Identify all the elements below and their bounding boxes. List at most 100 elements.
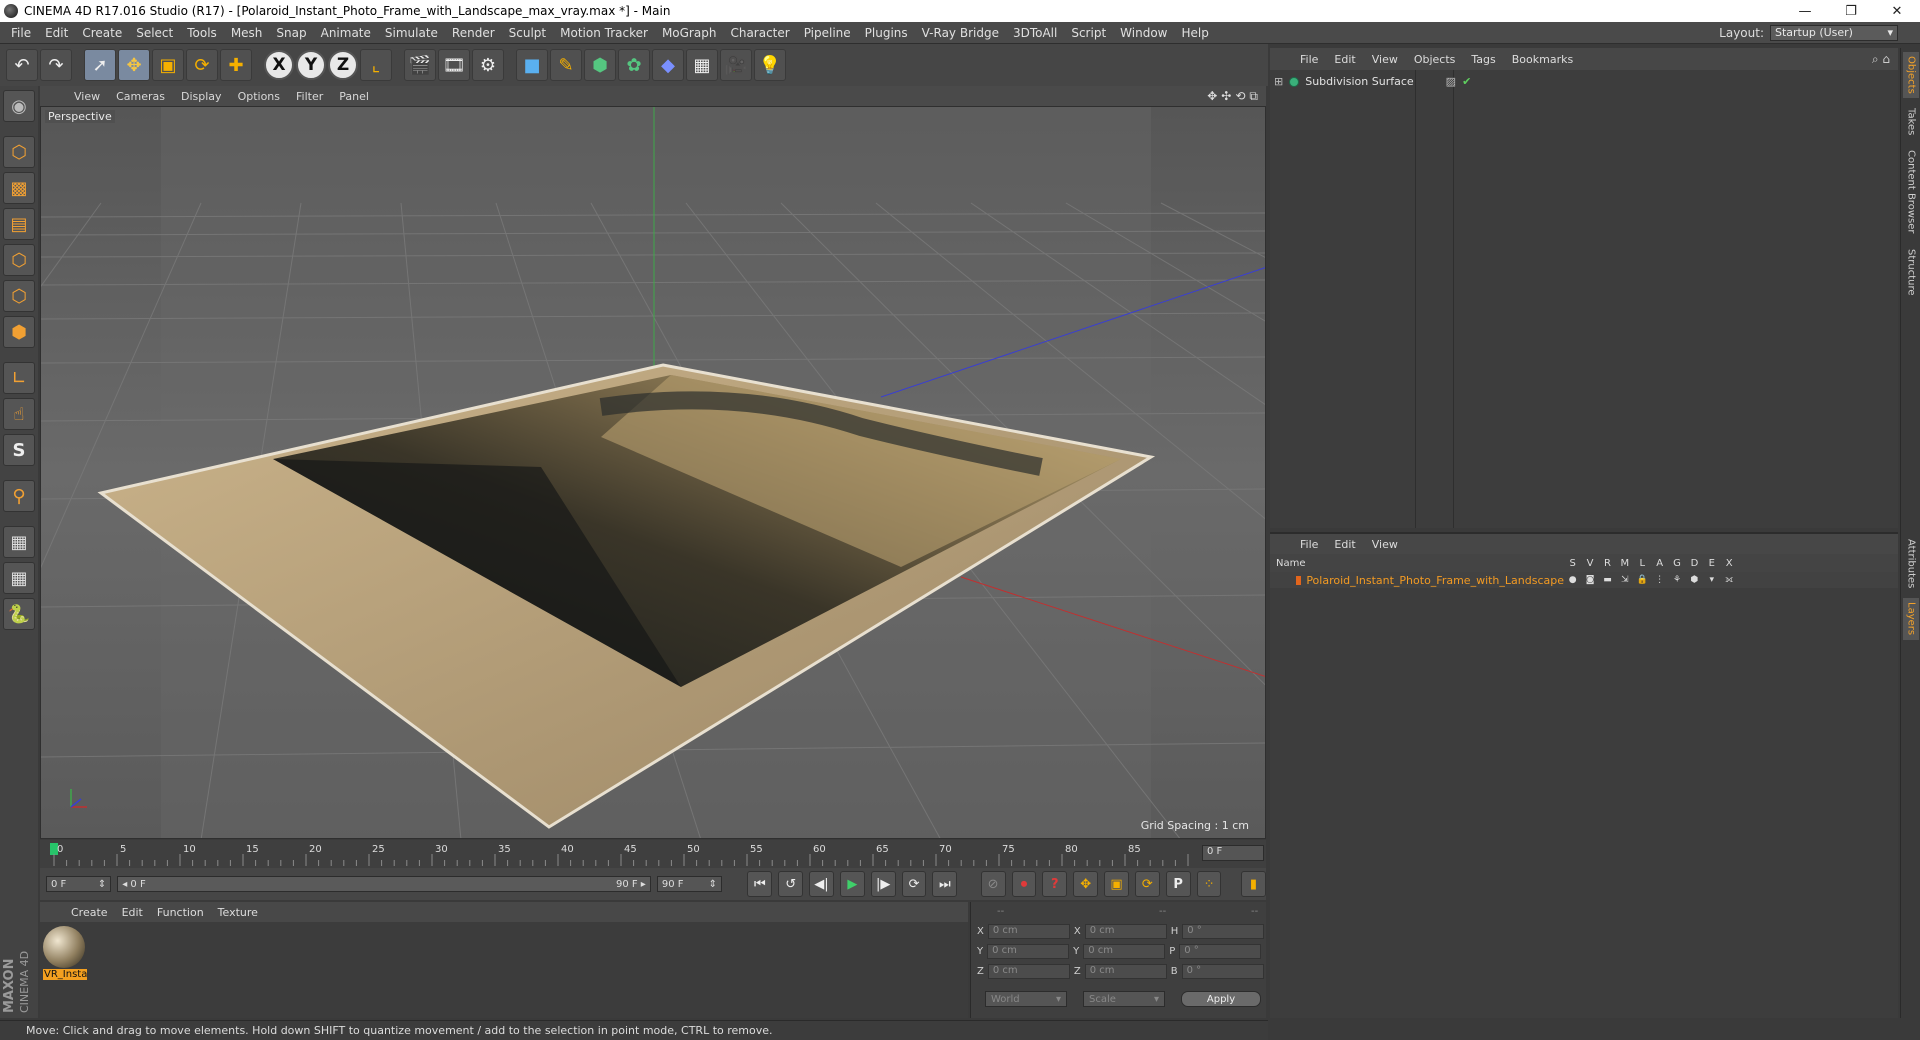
layers-menu-view[interactable]: View bbox=[1364, 538, 1406, 551]
visibility-toggle-icon[interactable]: ▨ bbox=[1446, 75, 1456, 88]
enabled-check-icon[interactable]: ✔ bbox=[1462, 75, 1471, 88]
material-menu-function[interactable]: Function bbox=[150, 906, 211, 919]
go-to-end-button[interactable]: ⏭ bbox=[932, 871, 958, 897]
rot-b-field[interactable]: 0 ° bbox=[1181, 964, 1264, 979]
menu-tools[interactable]: Tools bbox=[180, 26, 224, 40]
objects-menu-bookmarks[interactable]: Bookmarks bbox=[1504, 53, 1581, 66]
scale-dropdown[interactable]: Scale ▾ bbox=[1083, 991, 1165, 1007]
play-button[interactable]: ▶ bbox=[839, 871, 865, 897]
viewport-menu-view[interactable]: View bbox=[66, 90, 108, 103]
menu-simulate[interactable]: Simulate bbox=[378, 26, 445, 40]
lock-workplane-button[interactable]: ▦ bbox=[3, 526, 35, 558]
menu-render[interactable]: Render bbox=[445, 26, 502, 40]
texture-mode-button[interactable]: ▩ bbox=[3, 172, 35, 204]
current-frame-field[interactable]: 0 F bbox=[1202, 845, 1264, 861]
undo-button[interactable]: ↶ bbox=[6, 49, 38, 81]
light-button[interactable]: 💡 bbox=[754, 49, 786, 81]
viewport-menu-options[interactable]: Options bbox=[230, 90, 288, 103]
material-menu-texture[interactable]: Texture bbox=[211, 906, 265, 919]
object-row-subdivision-surface[interactable]: ⊞ Subdivision Surface ▨ ✔ bbox=[1274, 75, 1471, 88]
close-button[interactable]: ✕ bbox=[1874, 4, 1920, 19]
viewport-menu-panel[interactable]: Panel bbox=[331, 90, 377, 103]
frame-range-slider[interactable]: ◂ 0 F 90 F ▸ bbox=[117, 876, 651, 892]
menu-animate[interactable]: Animate bbox=[314, 26, 378, 40]
pen-spline-button[interactable]: ✎ bbox=[550, 49, 582, 81]
autokey-button[interactable]: ? bbox=[1042, 871, 1068, 897]
tweak-mode-button[interactable]: ☝ bbox=[3, 398, 35, 430]
menu-select[interactable]: Select bbox=[129, 26, 180, 40]
objects-menu-tags[interactable]: Tags bbox=[1463, 53, 1503, 66]
timeline-ruler[interactable]: 051015202530354045505560657075808590 0 F bbox=[40, 840, 1266, 868]
tab-attributes[interactable]: Attributes bbox=[1903, 534, 1919, 594]
select-tool-button[interactable]: ➚ bbox=[84, 49, 116, 81]
maximize-button[interactable]: ❐ bbox=[1828, 4, 1874, 19]
menu-3dtoall[interactable]: 3DToAll bbox=[1006, 26, 1064, 40]
layer-generators-icon[interactable]: ⚘ bbox=[1668, 575, 1685, 585]
menu-vray-bridge[interactable]: V-Ray Bridge bbox=[915, 26, 1006, 40]
step-back-button[interactable]: ◀| bbox=[809, 871, 834, 897]
make-editable-button[interactable]: ◉ bbox=[3, 90, 35, 122]
layer-lock-icon[interactable]: 🔒 bbox=[1634, 575, 1651, 585]
objects-menu-edit[interactable]: Edit bbox=[1326, 53, 1363, 66]
go-to-start-button[interactable]: ⏮ bbox=[747, 871, 773, 897]
viewport-menu-filter[interactable]: Filter bbox=[288, 90, 331, 103]
menu-file[interactable]: File bbox=[4, 26, 38, 40]
menu-window[interactable]: Window bbox=[1113, 26, 1174, 40]
viewport-menu-cameras[interactable]: Cameras bbox=[108, 90, 173, 103]
pos-y-field[interactable]: 0 cm bbox=[987, 944, 1070, 959]
magnet-button[interactable]: ⚲ bbox=[3, 480, 35, 512]
rot-p-field[interactable]: 0 ° bbox=[1179, 944, 1262, 959]
x-axis-button[interactable]: X bbox=[264, 50, 294, 80]
objects-menu-view[interactable]: View bbox=[1364, 53, 1406, 66]
size-y-field[interactable]: 0 cm bbox=[1083, 944, 1166, 959]
tab-takes[interactable]: Takes bbox=[1903, 104, 1919, 140]
layer-animation-icon[interactable]: ⋮ bbox=[1651, 575, 1668, 585]
world-dropdown[interactable]: World ▾ bbox=[985, 991, 1067, 1007]
size-x-field[interactable]: 0 cm bbox=[1084, 924, 1167, 939]
cloner-button[interactable]: ✿ bbox=[618, 49, 650, 81]
zoom-view-icon[interactable]: ✣ bbox=[1221, 89, 1231, 104]
y-axis-button[interactable]: Y bbox=[296, 50, 326, 80]
python-button[interactable]: 🐍 bbox=[3, 598, 35, 630]
toggle-view-icon[interactable]: ⧉ bbox=[1249, 89, 1258, 104]
points-mode-button[interactable]: ⬡ bbox=[3, 244, 35, 276]
axis-mode-button[interactable]: ∟ bbox=[3, 362, 35, 394]
perspective-viewport[interactable]: Perspective Grid Spacing : 1 cm bbox=[40, 106, 1266, 839]
menu-pipeline[interactable]: Pipeline bbox=[797, 26, 858, 40]
menu-motion-tracker[interactable]: Motion Tracker bbox=[553, 26, 655, 40]
snap-workplane-button[interactable]: ▦ bbox=[3, 562, 35, 594]
rot-h-field[interactable]: 0 ° bbox=[1182, 924, 1265, 939]
camera-button[interactable]: 🎥 bbox=[720, 49, 752, 81]
key-position-button[interactable]: ✥ bbox=[1073, 871, 1099, 897]
key-parameter-button[interactable]: P bbox=[1165, 871, 1191, 897]
menu-character[interactable]: Character bbox=[723, 26, 796, 40]
layer-deformers-icon[interactable]: ⬢ bbox=[1686, 575, 1703, 585]
layer-render-icon[interactable]: ▬ bbox=[1599, 575, 1616, 585]
pan-view-icon[interactable]: ✥ bbox=[1207, 89, 1217, 104]
solo-button[interactable]: S bbox=[3, 434, 35, 466]
apply-button[interactable]: Apply bbox=[1181, 991, 1261, 1007]
layers-menu-edit[interactable]: Edit bbox=[1326, 538, 1363, 551]
menu-snap[interactable]: Snap bbox=[269, 26, 313, 40]
rotate-view-icon[interactable]: ⟲ bbox=[1235, 89, 1245, 104]
move-tool-button[interactable]: ✥ bbox=[118, 49, 150, 81]
layer-view-icon[interactable]: ◙ bbox=[1581, 575, 1598, 585]
objects-menu-objects[interactable]: Objects bbox=[1406, 53, 1464, 66]
workplane-button[interactable]: ▤ bbox=[3, 208, 35, 240]
floor-button[interactable]: ▦ bbox=[686, 49, 718, 81]
viewport-menu-display[interactable]: Display bbox=[173, 90, 230, 103]
render-view-button[interactable]: 🎬 bbox=[404, 49, 436, 81]
layer-color-swatch[interactable] bbox=[1296, 575, 1302, 585]
menu-mesh[interactable]: Mesh bbox=[224, 26, 270, 40]
record-button[interactable]: ⏺ bbox=[1011, 871, 1037, 897]
menu-script[interactable]: Script bbox=[1064, 26, 1113, 40]
key-scale-button[interactable]: ▣ bbox=[1104, 871, 1129, 897]
edit-render-settings-button[interactable]: ⚙ bbox=[472, 49, 504, 81]
home-icon[interactable]: ⌂ bbox=[1882, 52, 1890, 66]
go-to-next-key-button[interactable]: ⟳ bbox=[901, 871, 927, 897]
subdivision-button[interactable]: ⬢ bbox=[584, 49, 616, 81]
autokey-off-button[interactable]: ⊘ bbox=[980, 871, 1006, 897]
layer-row[interactable]: Polaroid_Instant_Photo_Frame_with_Landsc… bbox=[1270, 572, 1898, 588]
material-menu-create[interactable]: Create bbox=[64, 906, 115, 919]
tab-layers[interactable]: Layers bbox=[1903, 598, 1919, 640]
